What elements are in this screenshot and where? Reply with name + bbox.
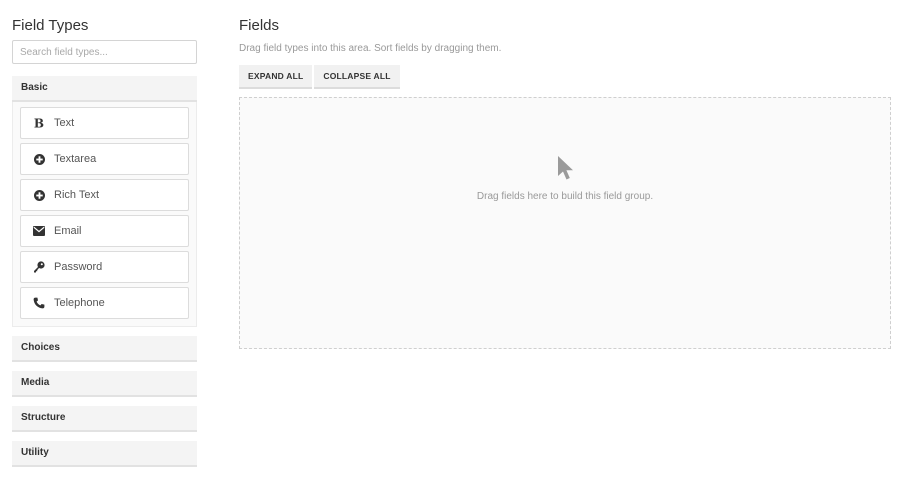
phone-icon	[32, 296, 46, 310]
group-header-structure[interactable]: Structure	[12, 406, 197, 432]
group-header-basic[interactable]: Basic	[12, 76, 197, 102]
field-type-label: Rich Text	[54, 189, 100, 201]
fields-drop-zone[interactable]: Drag fields here to build this field gro…	[239, 97, 891, 349]
field-type-textarea[interactable]: Textarea	[20, 143, 189, 175]
expand-all-button[interactable]: EXPAND ALL	[239, 65, 313, 89]
field-type-label: Textarea	[54, 153, 97, 165]
field-type-text[interactable]: B Text	[20, 107, 189, 139]
field-type-telephone[interactable]: Telephone	[20, 287, 189, 319]
group-header-media[interactable]: Media	[12, 371, 197, 397]
search-field-types-input[interactable]	[12, 40, 197, 64]
field-type-rich-text[interactable]: Rich Text	[20, 179, 189, 211]
field-type-label: Text	[54, 117, 75, 129]
fields-title: Fields	[239, 17, 280, 34]
field-type-label: Email	[54, 225, 82, 237]
field-type-label: Password	[54, 261, 103, 273]
field-type-label: Telephone	[54, 297, 105, 309]
drop-zone-message: Drag fields here to build this field gro…	[476, 191, 654, 202]
group-header-choices[interactable]: Choices	[12, 336, 197, 362]
plus-circle-icon	[32, 152, 46, 166]
fields-toolbar: EXPAND ALL COLLAPSE ALL	[239, 65, 891, 89]
field-types-title: Field Types	[12, 17, 89, 34]
svg-text:B: B	[34, 117, 44, 129]
envelope-icon	[32, 224, 46, 238]
mouse-pointer-icon	[556, 155, 576, 186]
fields-hint: Drag field types into this area. Sort fi…	[239, 43, 502, 54]
group-body-basic: B Text Textarea Rich Text Email Password…	[12, 102, 197, 327]
collapse-all-button[interactable]: COLLAPSE ALL	[314, 65, 400, 89]
group-basic: Basic B Text Textarea Rich Text Email Pa…	[12, 76, 197, 327]
fields-panel: Fields Drag field types into this area. …	[239, 16, 891, 349]
group-header-utility[interactable]: Utility	[12, 441, 197, 467]
field-types-panel: Field Types Basic B Text Textarea Rich	[12, 16, 197, 467]
plus-circle-icon	[32, 188, 46, 202]
field-type-password[interactable]: Password	[20, 251, 189, 283]
bold-icon: B	[32, 116, 46, 130]
key-icon	[32, 260, 46, 274]
field-type-email[interactable]: Email	[20, 215, 189, 247]
